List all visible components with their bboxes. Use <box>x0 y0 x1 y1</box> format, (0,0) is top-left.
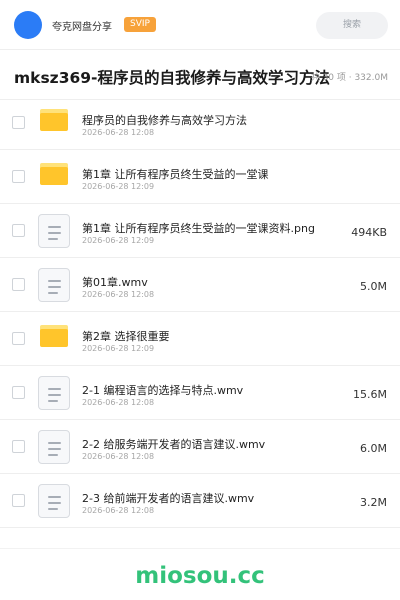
list-item[interactable]: 第1章 让所有程序员终生受益的一堂课资料.png 2026-06-28 12:09… <box>0 204 400 258</box>
item-date: 2026-06-28 12:09 <box>82 182 155 191</box>
top-header: 夸克网盘分享 SVIP 搜索 <box>0 0 400 50</box>
item-size: 3.2M <box>360 496 387 509</box>
row-checkbox[interactable] <box>12 116 25 129</box>
item-name: 第2章 选择很重要 <box>82 330 170 343</box>
row-checkbox[interactable] <box>12 332 25 345</box>
avatar[interactable] <box>14 11 42 39</box>
item-size: 494KB <box>351 226 387 239</box>
item-size: 15.6M <box>353 388 387 401</box>
item-date: 2026-06-28 12:08 <box>82 398 155 407</box>
page-title: mksz369-程序员的自我修养与高效学习方法 <box>14 69 330 87</box>
search-input[interactable]: 搜索 <box>316 12 388 39</box>
folder-icon <box>40 109 68 131</box>
file-list: 程序员的自我修养与高效学习方法 2026-06-28 12:08 第1章 让所有程序… <box>0 96 400 528</box>
row-checkbox[interactable] <box>12 224 25 237</box>
row-checkbox[interactable] <box>12 440 25 453</box>
folder-icon <box>40 325 68 347</box>
footer: miosou.cc <box>0 548 400 600</box>
share-name: 夸克网盘分享 <box>52 22 112 33</box>
item-name: 程序员的自我修养与高效学习方法 <box>82 114 247 127</box>
svip-badge: SVIP <box>124 17 156 32</box>
item-name: 2-2 给服务端开发者的语言建议.wmv <box>82 438 266 451</box>
item-name: 第1章 让所有程序员终生受益的一堂课 <box>82 168 269 181</box>
folder-title-bar: mksz369-程序员的自我修养与高效学习方法 共 30 项 · 332.0M <box>0 50 400 100</box>
item-size: 5.0M <box>360 280 387 293</box>
list-item[interactable]: 2-3 给前端开发者的语言建议.wmv 2026-06-28 12:08 3.2M <box>0 474 400 528</box>
list-item[interactable]: 第2章 选择很重要 2026-06-28 12:09 <box>0 312 400 366</box>
item-date: 2026-06-28 12:08 <box>82 128 155 137</box>
item-name: 2-1 编程语言的选择与特点.wmv <box>82 384 244 397</box>
item-date: 2026-06-28 12:08 <box>82 506 155 515</box>
item-date: 2026-06-28 12:09 <box>82 344 155 353</box>
row-checkbox[interactable] <box>12 278 25 291</box>
file-icon <box>38 214 70 248</box>
item-name: 第01章.wmv <box>82 276 148 289</box>
item-summary: 共 30 项 · 332.0M <box>310 73 388 83</box>
row-checkbox[interactable] <box>12 386 25 399</box>
list-item[interactable]: 第01章.wmv 2026-06-28 12:08 5.0M <box>0 258 400 312</box>
watermark-text: miosou.cc <box>135 563 265 589</box>
file-icon <box>38 430 70 464</box>
file-icon <box>38 376 70 410</box>
item-name: 2-3 给前端开发者的语言建议.wmv <box>82 492 255 505</box>
list-item[interactable]: 第1章 让所有程序员终生受益的一堂课 2026-06-28 12:09 <box>0 150 400 204</box>
list-item[interactable]: 2-1 编程语言的选择与特点.wmv 2026-06-28 12:08 15.6M <box>0 366 400 420</box>
file-icon <box>38 268 70 302</box>
file-icon <box>38 484 70 518</box>
row-checkbox[interactable] <box>12 494 25 507</box>
item-date: 2026-06-28 12:08 <box>82 290 155 299</box>
list-item[interactable]: 2-2 给服务端开发者的语言建议.wmv 2026-06-28 12:08 6.0M <box>0 420 400 474</box>
row-checkbox[interactable] <box>12 170 25 183</box>
item-date: 2026-06-28 12:09 <box>82 236 155 245</box>
item-name: 第1章 让所有程序员终生受益的一堂课资料.png <box>82 222 315 235</box>
list-item[interactable]: 程序员的自我修养与高效学习方法 2026-06-28 12:08 <box>0 96 400 150</box>
folder-icon <box>40 163 68 185</box>
item-date: 2026-06-28 12:08 <box>82 452 155 461</box>
item-size: 6.0M <box>360 442 387 455</box>
